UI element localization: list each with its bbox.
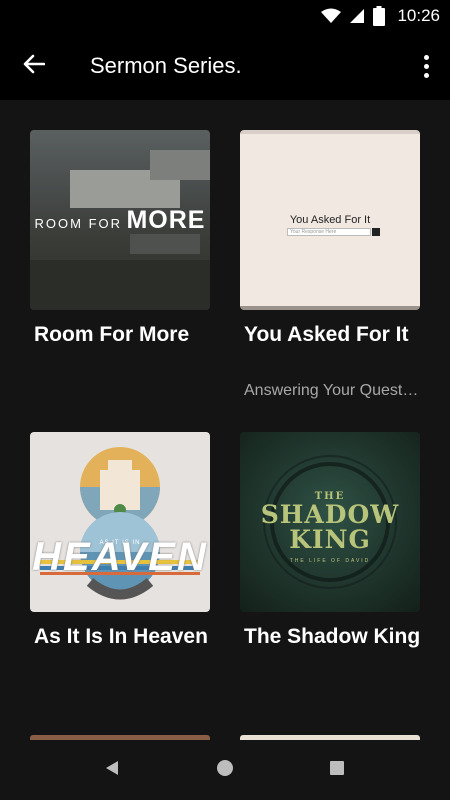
artwork-line2: MORE <box>126 206 206 234</box>
more-vert-icon-dot <box>423 63 429 69</box>
artwork-building <box>150 150 210 180</box>
artwork-subtitle: THE LIFE OF DAVID <box>289 558 371 564</box>
series-title: As It Is In Heaven <box>34 625 208 648</box>
back-button[interactable] <box>14 46 54 86</box>
series-card-the-shadow-king[interactable]: THE SHADOW KING THE LIFE OF DAVID The Sh… <box>240 432 420 648</box>
battery-icon <box>373 6 386 26</box>
series-grid: ROOM FOR MORE Room For More You Asked Fo… <box>0 100 450 740</box>
series-title: The Shadow King <box>244 625 421 648</box>
more-vert-icon <box>423 54 429 60</box>
series-thumbnail: THE SHADOW KING THE LIFE OF DAVID <box>240 432 420 612</box>
artwork-text: ROOM FOR MORE <box>30 206 210 235</box>
series-title: You Asked For It <box>244 323 409 346</box>
series-thumbnail: ROOM FOR MORE <box>30 130 210 310</box>
status-icons: 10:26 <box>321 0 440 32</box>
recents-square-icon <box>329 760 345 781</box>
series-subtitle: Answering Your Questions <box>244 382 420 399</box>
app-bar: Sermon Series. <box>0 32 450 100</box>
wifi-icon <box>321 8 342 24</box>
series-thumbnail: AS IT IS IN HEAVEN <box>30 432 210 612</box>
series-card-you-asked-for-it[interactable]: You Asked For It Your Response Here You … <box>240 130 420 399</box>
artwork-shadow: SHADOW <box>260 500 400 529</box>
nav-back-button[interactable] <box>82 740 142 800</box>
series-title: Room For More <box>34 323 190 346</box>
artwork-title: THE SHADOW KING <box>240 492 420 554</box>
artwork-line1: ROOM FOR <box>34 216 123 231</box>
page-title: Sermon Series. <box>90 53 242 78</box>
status-time: 10:26 <box>397 6 440 25</box>
artwork-field: Your Response Here <box>287 228 371 236</box>
artwork-title: You Asked For It <box>289 214 371 226</box>
series-card-as-it-is-in-heaven[interactable]: AS IT IS IN HEAVEN As It Is In Heaven <box>30 432 210 648</box>
overflow-menu-button[interactable] <box>414 46 438 86</box>
nav-home-button[interactable] <box>195 740 255 800</box>
home-circle-icon <box>216 759 234 782</box>
more-vert-icon-dot <box>423 72 429 78</box>
back-triangle-icon <box>103 759 121 782</box>
nav-recents-button[interactable] <box>307 740 367 800</box>
series-thumbnail: You Asked For It Your Response Here <box>240 130 420 310</box>
cell-signal-icon <box>349 8 365 24</box>
arrow-left-icon <box>23 54 46 79</box>
artwork-big-text: HEAVEN <box>32 535 208 579</box>
artwork-trees <box>30 260 210 310</box>
status-bar: 10:26 <box>0 0 450 32</box>
artwork-king: KING <box>289 525 371 554</box>
series-card-room-for-more[interactable]: ROOM FOR MORE Room For More <box>30 130 210 346</box>
system-nav-bar <box>0 740 450 800</box>
artwork-arrow <box>372 228 380 236</box>
artwork-graphic <box>40 447 200 600</box>
artwork-parking <box>130 234 200 254</box>
